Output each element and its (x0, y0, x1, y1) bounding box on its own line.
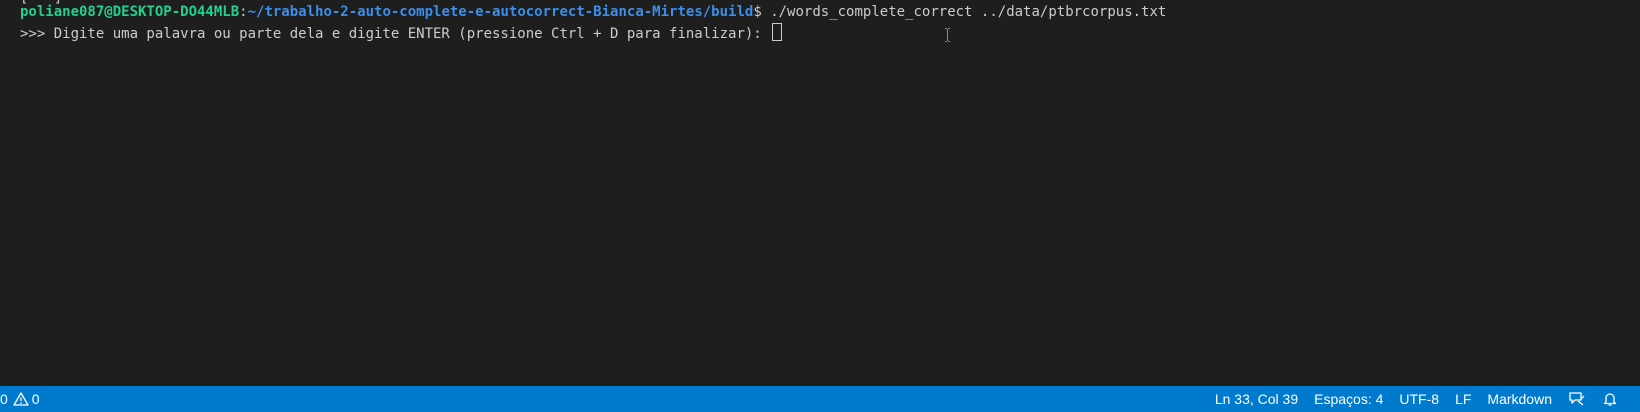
bell-icon (1603, 393, 1617, 406)
prompt-symbol: $ (753, 4, 762, 20)
terminal-command: ./words_complete_correct ../data/ptbrcor… (761, 4, 1167, 20)
prompt-path: ~/trabalho-2-auto-complete-e-autocorrect… (247, 4, 754, 20)
mouse-ibeam-icon (945, 28, 950, 42)
errors-count: 0 (0, 391, 8, 407)
warnings-count: 0 (31, 391, 40, 407)
prompt-user: poliane087@DESKTOP-DO44MLB (20, 4, 240, 20)
feedback-icon (1569, 392, 1585, 406)
feedback-button[interactable] (1560, 386, 1594, 412)
terminal-program-line: >>> Digite uma palavra ou parte dela e d… (20, 23, 783, 45)
program-prompt: >>> Digite uma palavra ou parte dela e d… (20, 26, 771, 42)
encoding-selector[interactable]: UTF-8 (1391, 386, 1447, 412)
line-ending-selector[interactable]: LF (1447, 386, 1479, 412)
cursor-position[interactable]: Ln 33, Col 39 (1207, 386, 1306, 412)
indentation-selector[interactable]: Espaços: 4 (1306, 386, 1391, 412)
status-bar: 0 0 Ln 33, Col 39 Espaços: 4 UTF-8 LF Ma… (0, 386, 1640, 412)
terminal-panel[interactable]: [~~~] ~~~~~~~~~ ~~~~~~~~ poliane087@DESK… (0, 0, 1626, 386)
terminal-prompt-line: poliane087@DESKTOP-DO44MLB:~/trabalho-2-… (20, 1, 1166, 23)
notifications-button[interactable] (1594, 386, 1626, 412)
prompt-separator: : (239, 4, 248, 20)
terminal-cursor (772, 23, 783, 41)
warning-icon (13, 392, 29, 406)
problems-indicator[interactable]: 0 0 (0, 386, 48, 412)
terminal-scrollbar[interactable] (1626, 0, 1640, 386)
language-mode-selector[interactable]: Markdown (1479, 386, 1560, 412)
